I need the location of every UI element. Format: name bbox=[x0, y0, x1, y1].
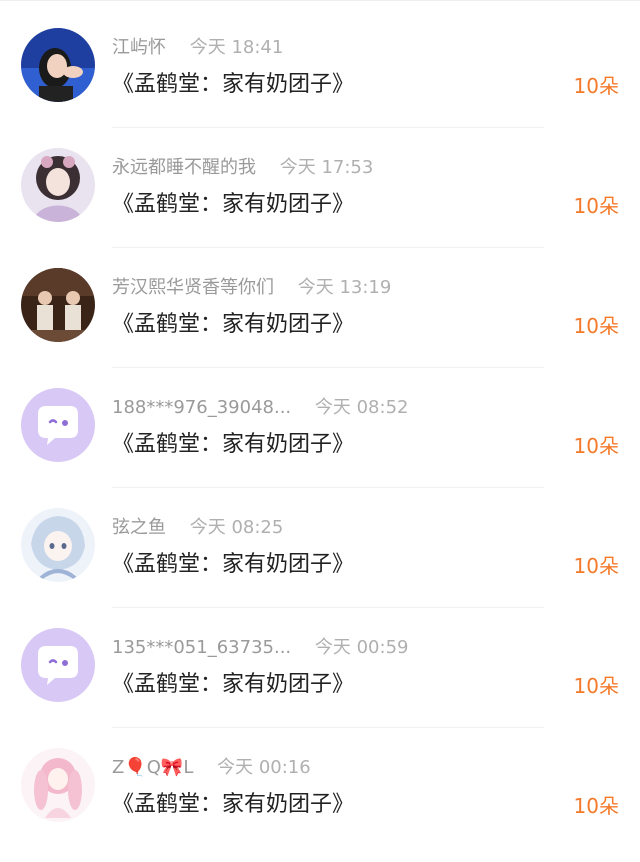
avatar[interactable] bbox=[21, 148, 95, 222]
row-meta: 135***051_63735... 今天 00:59 bbox=[112, 636, 408, 660]
gift-name: 《孟鹤堂：家有奶团子》 bbox=[112, 432, 355, 457]
avatar[interactable] bbox=[21, 748, 95, 822]
avatar[interactable] bbox=[21, 628, 95, 702]
gift-count: 10朵 bbox=[573, 194, 619, 218]
gift-count: 10朵 bbox=[573, 74, 619, 98]
avatar[interactable] bbox=[21, 508, 95, 582]
chat-bubble-icon bbox=[21, 388, 95, 462]
list-item[interactable]: 芳汉熙华贤香等你们 今天 13:19 《孟鹤堂：家有奶团子》 10朵 bbox=[0, 248, 640, 368]
username[interactable]: 芳汉熙华贤香等你们 bbox=[112, 277, 274, 298]
gift-count: 10朵 bbox=[573, 794, 619, 818]
username[interactable]: 弦之鱼 bbox=[112, 517, 166, 538]
timestamp: 今天 17:53 bbox=[279, 157, 374, 178]
username[interactable]: 135***051_63735... bbox=[112, 637, 291, 658]
chat-bubble-icon bbox=[21, 628, 95, 702]
gift-name: 《孟鹤堂：家有奶团子》 bbox=[112, 312, 355, 337]
row-meta: Z🎈Q🎀L 今天 00:16 bbox=[112, 756, 311, 780]
timestamp: 今天 13:19 bbox=[297, 277, 392, 298]
gift-name: 《孟鹤堂：家有奶团子》 bbox=[112, 672, 355, 697]
list-item[interactable]: 永远都睡不醒的我 今天 17:53 《孟鹤堂：家有奶团子》 10朵 bbox=[0, 128, 640, 248]
gift-count: 10朵 bbox=[573, 674, 619, 698]
gift-count: 10朵 bbox=[573, 554, 619, 578]
anime-girl-avatar bbox=[21, 508, 95, 582]
gift-count: 10朵 bbox=[573, 434, 619, 458]
username[interactable]: 永远都睡不醒的我 bbox=[112, 157, 256, 178]
row-meta: 江屿怀 今天 18:41 bbox=[112, 36, 283, 60]
top-divider bbox=[0, 0, 640, 6]
username[interactable]: 江屿怀 bbox=[112, 37, 166, 58]
list-item[interactable]: 188***976_39048... 今天 08:52 《孟鹤堂：家有奶团子》 … bbox=[0, 368, 640, 488]
timestamp: 今天 08:52 bbox=[314, 397, 409, 418]
gift-name: 《孟鹤堂：家有奶团子》 bbox=[112, 72, 355, 97]
portrait-photo-avatar bbox=[21, 28, 95, 102]
avatar[interactable] bbox=[21, 388, 95, 462]
row-meta: 188***976_39048... 今天 08:52 bbox=[112, 396, 408, 420]
list-item[interactable]: 135***051_63735... 今天 00:59 《孟鹤堂：家有奶团子》 … bbox=[0, 608, 640, 728]
timestamp: 今天 18:41 bbox=[189, 37, 284, 58]
gift-name: 《孟鹤堂：家有奶团子》 bbox=[112, 192, 355, 217]
avatar[interactable] bbox=[21, 28, 95, 102]
username[interactable]: 188***976_39048... bbox=[112, 397, 291, 418]
gift-count: 10朵 bbox=[573, 314, 619, 338]
avatar[interactable] bbox=[21, 268, 95, 342]
gift-name: 《孟鹤堂：家有奶团子》 bbox=[112, 552, 355, 577]
gift-record-list: 江屿怀 今天 18:41 《孟鹤堂：家有奶团子》 10朵 永远都睡不醒的我 今天… bbox=[0, 8, 640, 848]
row-meta: 永远都睡不醒的我 今天 17:53 bbox=[112, 156, 373, 180]
stage-photo-avatar bbox=[21, 268, 95, 342]
timestamp: 今天 08:25 bbox=[189, 517, 284, 538]
list-item[interactable]: Z🎈Q🎀L 今天 00:16 《孟鹤堂：家有奶团子》 10朵 bbox=[0, 728, 640, 848]
gift-name: 《孟鹤堂：家有奶团子》 bbox=[112, 792, 355, 817]
row-meta: 弦之鱼 今天 08:25 bbox=[112, 516, 283, 540]
username[interactable]: Z🎈Q🎀L bbox=[112, 757, 193, 778]
list-item[interactable]: 江屿怀 今天 18:41 《孟鹤堂：家有奶团子》 10朵 bbox=[0, 8, 640, 128]
timestamp: 今天 00:59 bbox=[314, 637, 409, 658]
timestamp: 今天 00:16 bbox=[217, 757, 311, 778]
list-item[interactable]: 弦之鱼 今天 08:25 《孟鹤堂：家有奶团子》 10朵 bbox=[0, 488, 640, 608]
pink-anime-girl-avatar bbox=[21, 748, 95, 822]
illustrated-girl-avatar bbox=[21, 148, 95, 222]
row-meta: 芳汉熙华贤香等你们 今天 13:19 bbox=[112, 276, 391, 300]
